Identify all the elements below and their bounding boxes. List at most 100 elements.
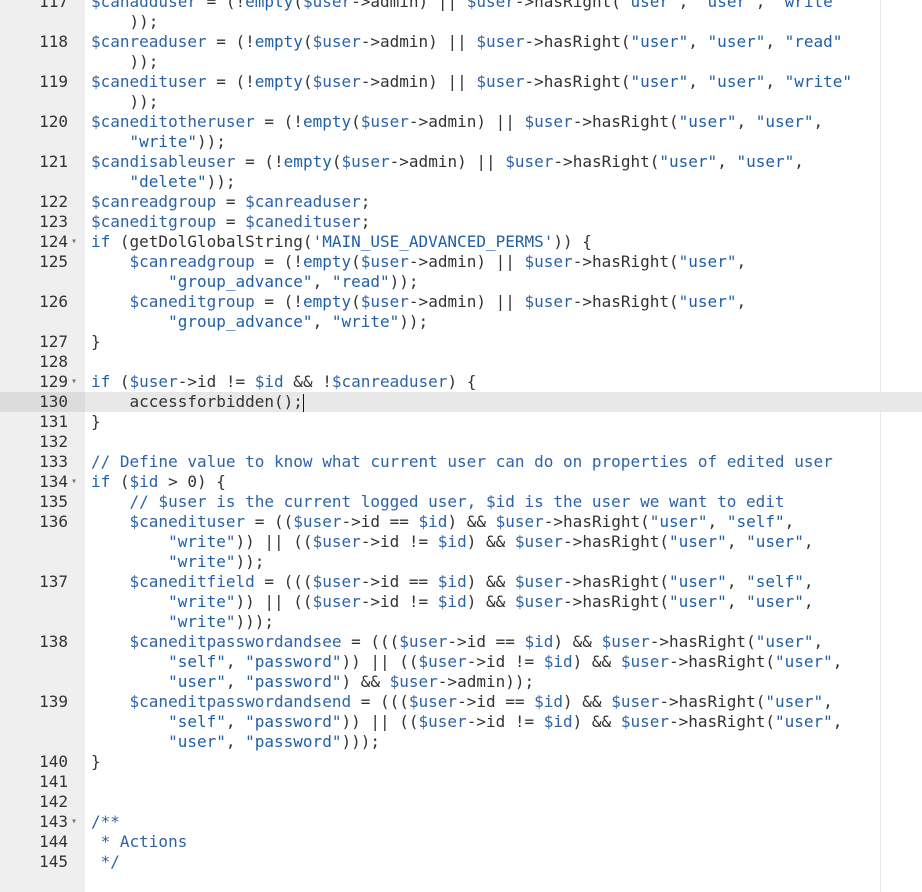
code-line-text[interactable]: "self", "password")) || (($user->id != $…	[91, 712, 842, 732]
code-line-text[interactable]: // Define value to know what current use…	[91, 452, 833, 472]
line-number: 134	[39, 472, 68, 491]
gutter-cell: 142	[0, 792, 85, 812]
code-line-row[interactable]	[0, 352, 922, 372]
code-line-text[interactable]: accessforbidden();	[91, 392, 304, 412]
code-line-text[interactable]: "group_advance", "write"));	[91, 312, 428, 332]
code-line-text[interactable]: "delete"));	[91, 172, 236, 192]
line-number: 144	[39, 832, 68, 851]
code-line-row[interactable]	[0, 412, 922, 432]
code-line-text[interactable]: ));	[91, 12, 159, 32]
gutter-cell: 117	[0, 0, 85, 12]
line-number: 122	[39, 192, 68, 211]
code-line-text[interactable]: $canadduser = (!empty($user->admin) || $…	[91, 0, 842, 12]
gutter-cell: 128	[0, 352, 85, 372]
line-number: 142	[39, 792, 68, 811]
code-line-row[interactable]	[0, 432, 922, 452]
code-line-text[interactable]: if ($id > 0) {	[91, 472, 226, 492]
code-line-text[interactable]: if ($user->id != $id && !$canreaduser) {	[91, 372, 476, 392]
gutter-cell	[0, 12, 85, 32]
code-line-text[interactable]: }	[91, 752, 101, 772]
code-line-row[interactable]	[0, 852, 922, 872]
fold-toggle-icon[interactable]: ▾	[71, 472, 77, 492]
code-line-text[interactable]: "group_advance", "read"));	[91, 272, 418, 292]
code-line-text[interactable]: "write")));	[91, 612, 274, 632]
fold-toggle-icon[interactable]: ▾	[71, 372, 77, 392]
line-number: 132	[39, 432, 68, 451]
gutter-cell: 141	[0, 772, 85, 792]
line-number: 133	[39, 452, 68, 471]
line-number: 120	[39, 112, 68, 131]
code-line-text[interactable]: "self", "password")) || (($user->id != $…	[91, 652, 842, 672]
code-line-text[interactable]: $canreadgroup = $canreaduser;	[91, 192, 370, 212]
line-number: 121	[39, 152, 68, 171]
code-line-text[interactable]: "user", "password") && $user->admin));	[91, 672, 534, 692]
code-line-text[interactable]: * Actions	[91, 832, 188, 852]
gutter-cell: 131	[0, 412, 85, 432]
code-line-text[interactable]: $canedituser = (($user->id == $id) && $u…	[91, 512, 795, 532]
code-line-row[interactable]	[0, 792, 922, 812]
fold-toggle-icon[interactable]: ▾	[71, 232, 77, 252]
code-line-text[interactable]: $canreadgroup = (!empty($user->admin) ||…	[91, 252, 747, 272]
gutter-cell: 124 ▾	[0, 232, 85, 252]
code-line-text[interactable]: /**	[91, 812, 120, 832]
code-line-text[interactable]: $canreaduser = (!empty($user->admin) || …	[91, 32, 842, 52]
code-line-text[interactable]: ));	[91, 92, 159, 112]
gutter-cell	[0, 552, 85, 572]
code-line-text[interactable]: $caneditgroup = $canedituser;	[91, 212, 370, 232]
gutter-cell: 145	[0, 852, 85, 872]
line-number: 123	[39, 212, 68, 231]
code-line-text[interactable]: "write"));	[91, 132, 226, 152]
code-line-text[interactable]: $caneditfield = ((($user->id == $id) && …	[91, 572, 814, 592]
gutter-cell: 129 ▾	[0, 372, 85, 392]
line-number: 124	[39, 232, 68, 251]
code-line-text[interactable]: $candisableuser = (!empty($user->admin) …	[91, 152, 804, 172]
gutter-cell: 133	[0, 452, 85, 472]
line-number: 143	[39, 812, 68, 831]
code-line-text[interactable]: // $user is the current logged user, $id…	[91, 492, 785, 512]
gutter-cell	[0, 52, 85, 72]
gutter-cell	[0, 732, 85, 752]
code-line-row[interactable]	[0, 332, 922, 352]
gutter-cell: 135	[0, 492, 85, 512]
code-line-text[interactable]: ));	[91, 52, 159, 72]
gutter-cell: 122	[0, 192, 85, 212]
code-line-text[interactable]: $caneditpasswordandsend = ((($user->id =…	[91, 692, 833, 712]
line-number: 118	[39, 32, 68, 51]
code-line-text[interactable]: if (getDolGlobalString('MAIN_USE_ADVANCE…	[91, 232, 592, 252]
code-line-row[interactable]	[0, 812, 922, 832]
code-line-text[interactable]: }	[91, 332, 101, 352]
gutter-cell: 136	[0, 512, 85, 532]
line-number: 135	[39, 492, 68, 511]
code-line-text[interactable]: "write")) || (($user->id != $id) && $use…	[91, 532, 813, 552]
code-line-row[interactable]	[0, 772, 922, 792]
line-number: 140	[39, 752, 68, 771]
gutter-cell: 139	[0, 692, 85, 712]
line-number: 136	[39, 512, 68, 531]
code-line-text[interactable]: "write"));	[91, 552, 264, 572]
code-line-text[interactable]: $canedituser = (!empty($user->admin) || …	[91, 72, 852, 92]
code-line-text[interactable]: $caneditgroup = (!empty($user->admin) ||…	[91, 292, 747, 312]
gutter-cell: 118	[0, 32, 85, 52]
fold-toggle-icon[interactable]: ▾	[71, 812, 77, 832]
line-number: 131	[39, 412, 68, 431]
code-line-text[interactable]: */	[91, 852, 120, 872]
gutter-cell	[0, 272, 85, 292]
code-line-text[interactable]: }	[91, 412, 101, 432]
gutter-cell: 119	[0, 72, 85, 92]
gutter-cell	[0, 172, 85, 192]
line-number: 117	[39, 0, 68, 11]
gutter-cell: 125	[0, 252, 85, 272]
code-line-text[interactable]: "user", "password")));	[91, 732, 380, 752]
line-number: 119	[39, 72, 68, 91]
code-line-row[interactable]	[0, 752, 922, 772]
gutter-cell: 140	[0, 752, 85, 772]
line-number: 129	[39, 372, 68, 391]
code-line-text[interactable]: $caneditotheruser = (!empty($user->admin…	[91, 112, 823, 132]
gutter-cell: 130	[0, 392, 85, 412]
line-number: 141	[39, 772, 68, 791]
text-cursor	[302, 393, 304, 412]
code-line-text[interactable]: "write")) || (($user->id != $id) && $use…	[91, 592, 813, 612]
line-number: 130	[39, 392, 68, 411]
gutter-cell	[0, 132, 85, 152]
code-line-text[interactable]: $caneditpasswordandsee = ((($user->id ==…	[91, 632, 824, 652]
